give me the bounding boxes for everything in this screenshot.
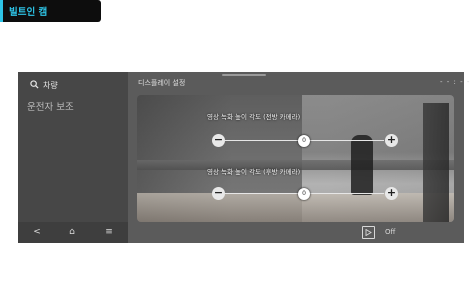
toggle-state-label: Off [385, 228, 396, 236]
back-icon[interactable]: < [31, 226, 43, 238]
rear-camera-angle-label: 영상 녹화 높이 각도 (후방 카메라) [207, 168, 301, 176]
menu-icon[interactable]: ≡ [103, 226, 115, 238]
sidebar-item-driver-assist[interactable]: 운전자 보조 [27, 99, 74, 113]
front-decrease-button[interactable]: − [212, 134, 225, 147]
active-indicator [0, 0, 3, 22]
front-increase-button[interactable]: + [385, 134, 398, 147]
search-icon [30, 79, 39, 91]
sidebar [18, 72, 128, 243]
sidebar-item-builtin-cam[interactable]: 빌트인 캠 [0, 0, 101, 22]
search-label: 차량 [43, 80, 58, 90]
rear-increase-button[interactable]: + [385, 187, 398, 200]
sidebar-search[interactable]: 차량 [30, 79, 58, 91]
rear-decrease-button[interactable]: − [212, 187, 225, 200]
panel-title: 디스플레이 설정 [138, 79, 186, 87]
drag-handle[interactable] [222, 74, 266, 76]
front-camera-angle-thumb[interactable]: 0 [298, 135, 310, 147]
rear-camera-angle-thumb[interactable]: 0 [298, 188, 310, 200]
sidebar-item-label: 빌트인 캠 [9, 7, 48, 18]
bottom-bar [128, 222, 464, 243]
status-readout: - - : - - [440, 78, 471, 86]
front-camera-angle-label: 영상 녹화 높이 각도 (전방 카메라) [207, 113, 301, 121]
home-icon[interactable]: ⌂ [66, 226, 78, 238]
play-icon[interactable] [362, 226, 375, 239]
